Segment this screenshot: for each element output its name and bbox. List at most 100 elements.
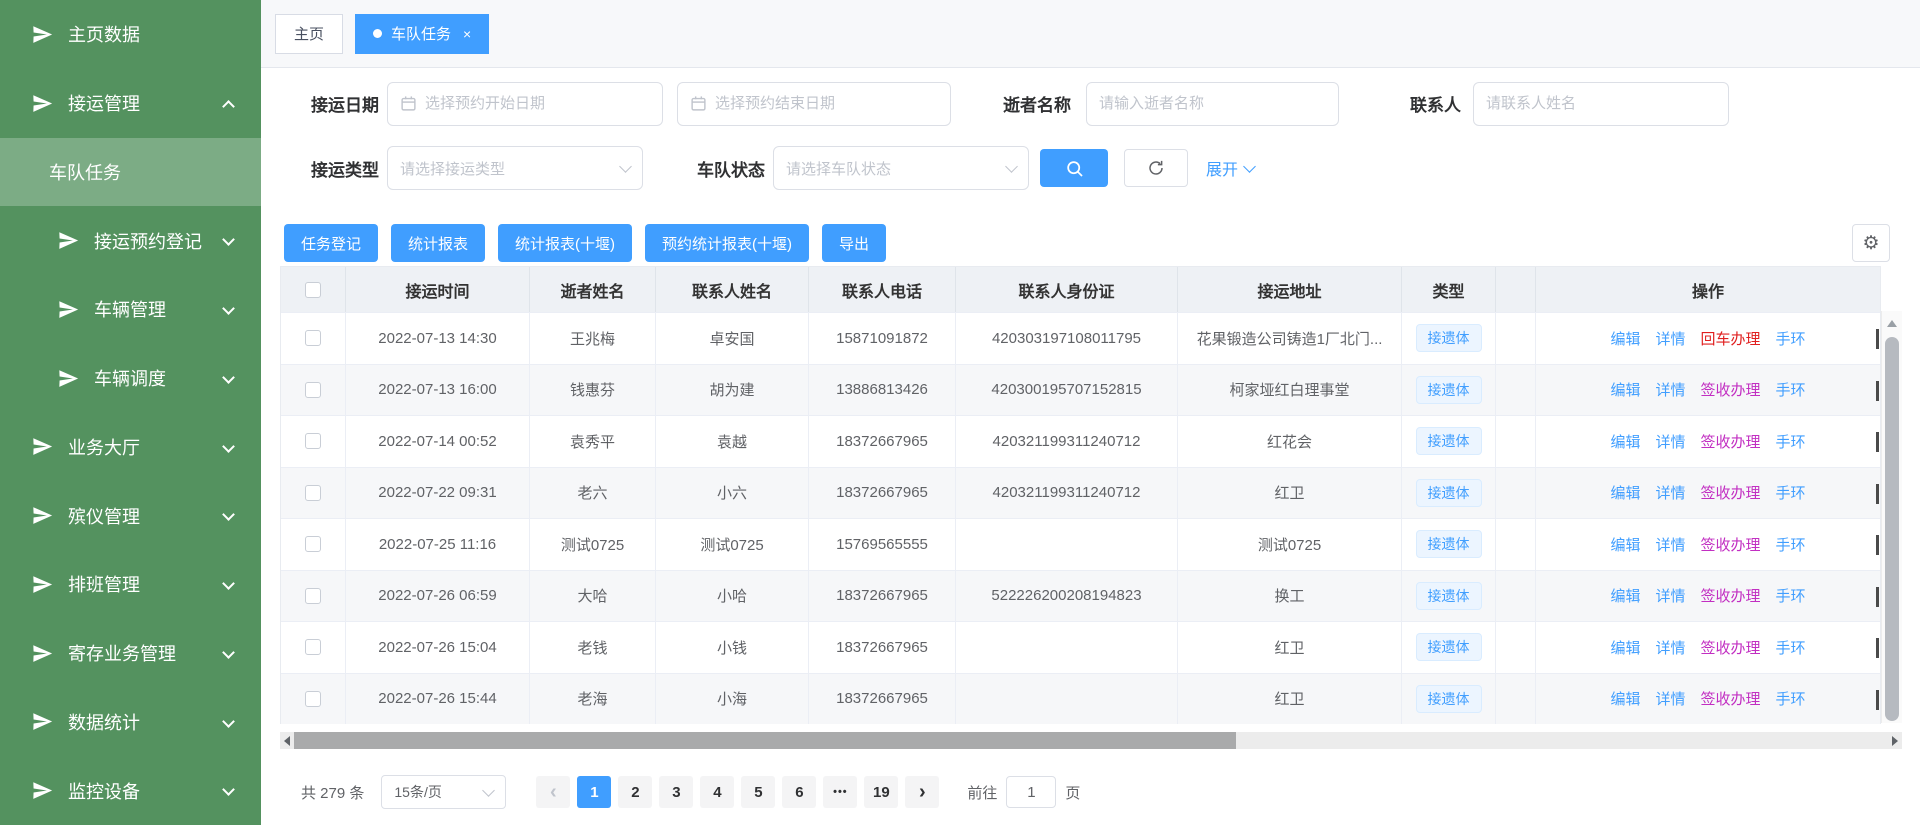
row-checkbox[interactable] xyxy=(305,433,321,449)
action-link-手环[interactable]: 手环 xyxy=(1776,688,1806,709)
refresh-button[interactable] xyxy=(1124,149,1188,187)
action-link-签收办理[interactable]: 签收办理 xyxy=(1701,534,1761,555)
date-start-input[interactable] xyxy=(425,95,650,112)
row-checkbox[interactable] xyxy=(305,536,321,552)
page-size-select[interactable]: 15条/页 xyxy=(381,775,506,809)
page-button-1[interactable]: 1 xyxy=(577,776,611,808)
select-all-checkbox[interactable] xyxy=(305,282,321,298)
sidebar-item-业务大厅[interactable]: 业务大厅 xyxy=(0,413,261,482)
action-link-手环[interactable]: 手环 xyxy=(1776,585,1806,606)
action-link-详情[interactable]: 详情 xyxy=(1655,534,1685,555)
action-link-编辑[interactable]: 编辑 xyxy=(1610,482,1640,503)
pickup-date-label: 接运日期 xyxy=(311,91,379,116)
tab-home[interactable]: 主页 xyxy=(275,14,343,54)
sidebar-item-接运管理[interactable]: 接运管理 xyxy=(0,69,261,138)
cell-pickup-address: 柯家垭红白理事堂 xyxy=(1178,365,1402,416)
sidebar-item-监控设备[interactable]: 监控设备 xyxy=(0,756,261,825)
horizontal-scrollbar[interactable] xyxy=(280,732,1902,749)
page-button-19[interactable]: 19 xyxy=(864,776,898,808)
action-link-详情[interactable]: 详情 xyxy=(1655,637,1685,658)
scroll-up-arrow-icon[interactable] xyxy=(1887,320,1897,327)
action-link-手环[interactable]: 手环 xyxy=(1776,482,1806,503)
page-ellipsis-button[interactable]: ••• xyxy=(823,776,857,808)
sidebar-item-接运预约登记[interactable]: 接运预约登记 xyxy=(0,206,261,275)
toolbar-button-导出[interactable]: 导出 xyxy=(822,224,886,262)
prev-page-button[interactable]: ‹ xyxy=(536,776,570,808)
action-link-签收办理[interactable]: 签收办理 xyxy=(1701,585,1761,606)
action-link-详情[interactable]: 详情 xyxy=(1655,585,1685,606)
deceased-name-input[interactable] xyxy=(1099,95,1326,112)
action-link-详情[interactable]: 详情 xyxy=(1655,431,1685,452)
action-link-编辑[interactable]: 编辑 xyxy=(1610,379,1640,400)
row-checkbox[interactable] xyxy=(305,382,321,398)
page-button-6[interactable]: 6 xyxy=(782,776,816,808)
sidebar-item-label: 车队任务 xyxy=(49,159,121,185)
toolbar-button-统计报表[interactable]: 统计报表 xyxy=(391,224,485,262)
action-link-签收办理[interactable]: 签收办理 xyxy=(1701,688,1761,709)
fleet-status-select[interactable]: 请选择车队状态 xyxy=(773,146,1029,190)
action-link-手环[interactable]: 手环 xyxy=(1776,534,1806,555)
page-button-3[interactable]: 3 xyxy=(659,776,693,808)
action-link-回车办理[interactable]: 回车办理 xyxy=(1701,328,1761,349)
next-page-button[interactable]: › xyxy=(905,776,939,808)
date-end-input[interactable] xyxy=(715,95,938,112)
action-link-详情[interactable]: 详情 xyxy=(1655,379,1685,400)
date-end-field[interactable] xyxy=(677,82,951,126)
sidebar-item-数据统计[interactable]: 数据统计 xyxy=(0,688,261,757)
action-link-详情[interactable]: 详情 xyxy=(1655,688,1685,709)
toolbar-button-任务登记[interactable]: 任务登记 xyxy=(284,224,378,262)
sidebar-item-排班管理[interactable]: 排班管理 xyxy=(0,550,261,619)
pickup-type-select[interactable]: 请选择接运类型 xyxy=(387,146,643,190)
page-button-5[interactable]: 5 xyxy=(741,776,775,808)
horizontal-scrollbar-thumb[interactable] xyxy=(294,732,1236,749)
row-checkbox[interactable] xyxy=(305,588,321,604)
action-link-编辑[interactable]: 编辑 xyxy=(1610,534,1640,555)
action-link-签收办理[interactable]: 签收办理 xyxy=(1701,431,1761,452)
action-link-编辑[interactable]: 编辑 xyxy=(1610,328,1640,349)
sidebar-item-车辆调度[interactable]: 车辆调度 xyxy=(0,344,261,413)
scroll-left-arrow-icon[interactable] xyxy=(284,736,290,746)
contact-input[interactable] xyxy=(1486,95,1716,112)
sidebar-item-主页数据[interactable]: 主页数据 xyxy=(0,0,261,69)
action-link-手环[interactable]: 手环 xyxy=(1776,328,1806,349)
column-settings-button[interactable]: ⚙ xyxy=(1852,224,1890,262)
sidebar-item-车辆管理[interactable]: 车辆管理 xyxy=(0,275,261,344)
tab-fleet-tasks[interactable]: 车队任务 × xyxy=(355,14,489,54)
clipped-column-fragment xyxy=(1876,587,1879,607)
action-link-手环[interactable]: 手环 xyxy=(1776,431,1806,452)
action-link-手环[interactable]: 手环 xyxy=(1776,379,1806,400)
deceased-name-field[interactable] xyxy=(1086,82,1339,126)
sidebar-item-车队任务[interactable]: 车队任务 xyxy=(0,138,261,207)
action-link-编辑[interactable]: 编辑 xyxy=(1610,585,1640,606)
row-checkbox[interactable] xyxy=(305,330,321,346)
page-button-4[interactable]: 4 xyxy=(700,776,734,808)
table-row: 2022-07-13 14:30王兆梅卓安国158710918724203031… xyxy=(281,312,1880,364)
goto-page-input[interactable] xyxy=(1006,776,1056,808)
vertical-scrollbar-thumb[interactable] xyxy=(1885,337,1899,721)
action-link-签收办理[interactable]: 签收办理 xyxy=(1701,379,1761,400)
date-start-field[interactable] xyxy=(387,82,663,126)
action-link-手环[interactable]: 手环 xyxy=(1776,637,1806,658)
action-link-详情[interactable]: 详情 xyxy=(1655,328,1685,349)
row-checkbox[interactable] xyxy=(305,691,321,707)
action-link-详情[interactable]: 详情 xyxy=(1655,482,1685,503)
action-link-签收办理[interactable]: 签收办理 xyxy=(1701,637,1761,658)
action-link-签收办理[interactable]: 签收办理 xyxy=(1701,482,1761,503)
row-checkbox[interactable] xyxy=(305,485,321,501)
scroll-right-arrow-icon[interactable] xyxy=(1892,736,1898,746)
contact-field[interactable] xyxy=(1473,82,1729,126)
page-button-2[interactable]: 2 xyxy=(618,776,652,808)
action-link-编辑[interactable]: 编辑 xyxy=(1610,431,1640,452)
vertical-scrollbar[interactable] xyxy=(1881,311,1902,723)
action-link-编辑[interactable]: 编辑 xyxy=(1610,637,1640,658)
close-icon[interactable]: × xyxy=(463,27,471,41)
search-button[interactable] xyxy=(1040,149,1108,187)
sidebar-item-殡仪管理[interactable]: 殡仪管理 xyxy=(0,481,261,550)
expand-link[interactable]: 展开 xyxy=(1206,156,1254,180)
toolbar-button-统计报表(十堰)[interactable]: 统计报表(十堰) xyxy=(498,224,632,262)
sidebar-item-寄存业务管理[interactable]: 寄存业务管理 xyxy=(0,619,261,688)
cell-spacer xyxy=(1496,519,1536,570)
action-link-编辑[interactable]: 编辑 xyxy=(1610,688,1640,709)
toolbar-button-预约统计报表(十堰)[interactable]: 预约统计报表(十堰) xyxy=(645,224,809,262)
row-checkbox[interactable] xyxy=(305,639,321,655)
